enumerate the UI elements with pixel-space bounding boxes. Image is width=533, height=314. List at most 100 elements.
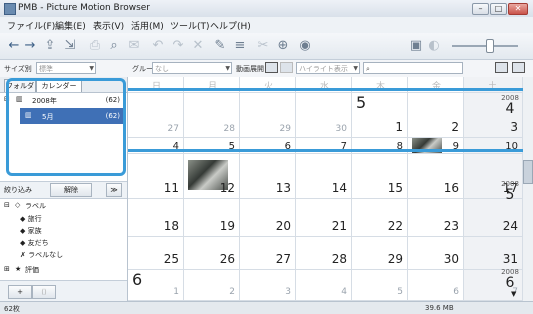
day-cell[interactable]: 6 [408, 270, 464, 301]
day-cell[interactable]: 13 [240, 154, 296, 199]
chevron-down-icon: ▼ [225, 65, 230, 72]
day-cell[interactable]: 24 [464, 199, 523, 237]
clear-button[interactable]: 解除 [50, 183, 92, 197]
search-photo-icon[interactable]: ⌕ [106, 38, 122, 54]
slideshow-icon[interactable]: ▣ [408, 38, 424, 54]
day-cell[interactable]: 61 [128, 270, 184, 301]
web-icon[interactable]: ⊕ [275, 38, 291, 54]
day-cell[interactable]: 26 [184, 237, 240, 270]
left-panel: フォルダ カレンダー ⊟ ▥ 2008年 (62) ▥ 5月 (62) 絞り込み… [0, 77, 128, 302]
search-input[interactable]: ⌕ [363, 62, 463, 74]
rotate-left-icon[interactable]: ↶ [150, 38, 166, 54]
zoom-slider-knob[interactable] [486, 39, 494, 53]
filter-bar: サイズ別 標準 ▼ グループ なし ▼ 動画展開 ハイライト表示 ▼ ⌕ [0, 60, 533, 78]
label-list: ⊟ ◇ ラベル ◆ 旅行 ◆ 家族 ◆ 友だち ✗ ラベルなし ⊞ ★ 評価 [0, 198, 127, 280]
back-arrow-icon[interactable]: ← [6, 38, 22, 54]
email-icon[interactable]: ✉ [126, 38, 142, 54]
day-cell[interactable]: 25 [128, 237, 184, 270]
day-cell[interactable]: 22 [352, 199, 408, 237]
view-mode-alt-icon[interactable] [512, 62, 525, 73]
scroll-down-icon[interactable]: ▼ [511, 290, 516, 298]
day-cell[interactable]: 3 [240, 270, 296, 301]
day-cell[interactable]: 20 [240, 199, 296, 237]
no-label-icon: ✗ [20, 251, 26, 259]
labels-collapse-icon: ⊟ [4, 201, 10, 209]
label-item[interactable]: ◆ 友だち [20, 238, 49, 248]
menu-help[interactable]: ヘルプ(H) [210, 19, 251, 32]
moving-collapse-icon[interactable] [280, 62, 293, 73]
side-month-label[interactable]: 2008 6 [500, 268, 520, 290]
import-icon[interactable]: ⇪ [42, 38, 58, 54]
day-cell[interactable]: 2 [408, 93, 464, 138]
day-cell[interactable]: 5 [352, 270, 408, 301]
search-icon: ⌕ [366, 65, 370, 73]
highlight-box [6, 78, 126, 176]
collapse-refine-icon[interactable]: ≫ [106, 183, 122, 197]
month-scroller[interactable] [523, 77, 533, 301]
label-tag-icon: ◇ [15, 201, 21, 209]
menu-file[interactable]: ファイル(F) [7, 19, 55, 32]
day-cell[interactable]: 14 [296, 154, 352, 199]
close-button[interactable]: ✕ [508, 3, 528, 15]
day-cell[interactable]: 31 [464, 237, 523, 270]
menu-view[interactable]: 表示(V) [93, 19, 124, 32]
day-cell[interactable]: 23 [408, 199, 464, 237]
moving-expand-icon[interactable] [265, 62, 278, 73]
day-cell[interactable]: 27 [128, 93, 184, 138]
view-mode-icon[interactable] [495, 62, 508, 73]
highlight-line [128, 149, 523, 152]
delete-icon[interactable]: ✕ [190, 38, 206, 54]
total-size: 39.6 MB [425, 304, 454, 312]
highlight-select[interactable]: ハイライト表示 ▼ [296, 62, 360, 74]
rating-label[interactable]: 評価 [25, 265, 39, 275]
day-cell[interactable]: 21 [296, 199, 352, 237]
star-icon: ★ [15, 265, 22, 273]
status-bar: 62枚 39.6 MB [0, 301, 533, 314]
camera-icon[interactable]: ◐ [426, 38, 442, 54]
day-cell[interactable]: 29 [240, 93, 296, 138]
burn-disc-icon[interactable]: ◉ [297, 38, 313, 54]
zoom-slider-track[interactable] [452, 45, 518, 47]
day-cell[interactable]: 15 [352, 154, 408, 199]
label-item[interactable]: ✗ ラベルなし [20, 250, 63, 260]
day-cell[interactable]: 18 [128, 199, 184, 237]
day-cell[interactable]: 51 [352, 93, 408, 138]
day-cell[interactable]: 27 [240, 237, 296, 270]
moving-label: 動画展開 [236, 65, 264, 73]
day-cell[interactable]: 28 [296, 237, 352, 270]
size-select[interactable]: 標準 ▼ [36, 62, 96, 74]
day-cell[interactable]: 28 [184, 93, 240, 138]
edit-icon[interactable]: ✎ [212, 38, 228, 54]
day-cell[interactable]: 30 [408, 237, 464, 270]
item-count: 62枚 [4, 305, 20, 313]
minimize-button[interactable]: – [472, 3, 489, 15]
label-item[interactable]: ◆ 旅行 [20, 214, 42, 224]
maximize-button[interactable]: □ [490, 3, 507, 15]
rotate-right-icon[interactable]: ↷ [170, 38, 186, 54]
group-select[interactable]: なし ▼ [152, 62, 232, 74]
day-cell[interactable]: 30 [296, 93, 352, 138]
day-cell[interactable]: 4 [296, 270, 352, 301]
menu-utilize[interactable]: 活用(M) [131, 19, 164, 32]
remove-label-button[interactable]: ⟨⟩ [32, 285, 56, 299]
day-cell[interactable]: 29 [352, 237, 408, 270]
tag-icon[interactable]: ✂ [255, 38, 271, 54]
side-month-label[interactable]: 2008 4 [500, 94, 520, 116]
day-cell[interactable]: 12 [184, 154, 240, 199]
export-icon[interactable]: ⇲ [62, 38, 78, 54]
rating-expand-icon: ⊞ [4, 265, 10, 273]
add-label-button[interactable]: + [8, 285, 32, 299]
print-icon[interactable]: ⎙ [87, 38, 103, 54]
day-cell[interactable]: 19 [184, 199, 240, 237]
filter-icon[interactable]: ≡ [232, 38, 248, 54]
day-cell[interactable]: 16 [408, 154, 464, 199]
menu-edit[interactable]: 編集(E) [55, 19, 86, 32]
label-item[interactable]: ◆ 家族 [20, 226, 42, 236]
side-month-label[interactable]: 2008 5 [500, 180, 520, 202]
forward-arrow-icon[interactable]: → [22, 38, 38, 54]
day-cell[interactable]: 2 [184, 270, 240, 301]
day-cell[interactable]: 11 [128, 154, 184, 199]
scroll-thumb[interactable] [523, 160, 533, 184]
menu-bar: ファイル(F) 編集(E) 表示(V) 活用(M) ツール(T) ヘルプ(H) [0, 17, 533, 33]
menu-tools[interactable]: ツール(T) [170, 19, 210, 32]
